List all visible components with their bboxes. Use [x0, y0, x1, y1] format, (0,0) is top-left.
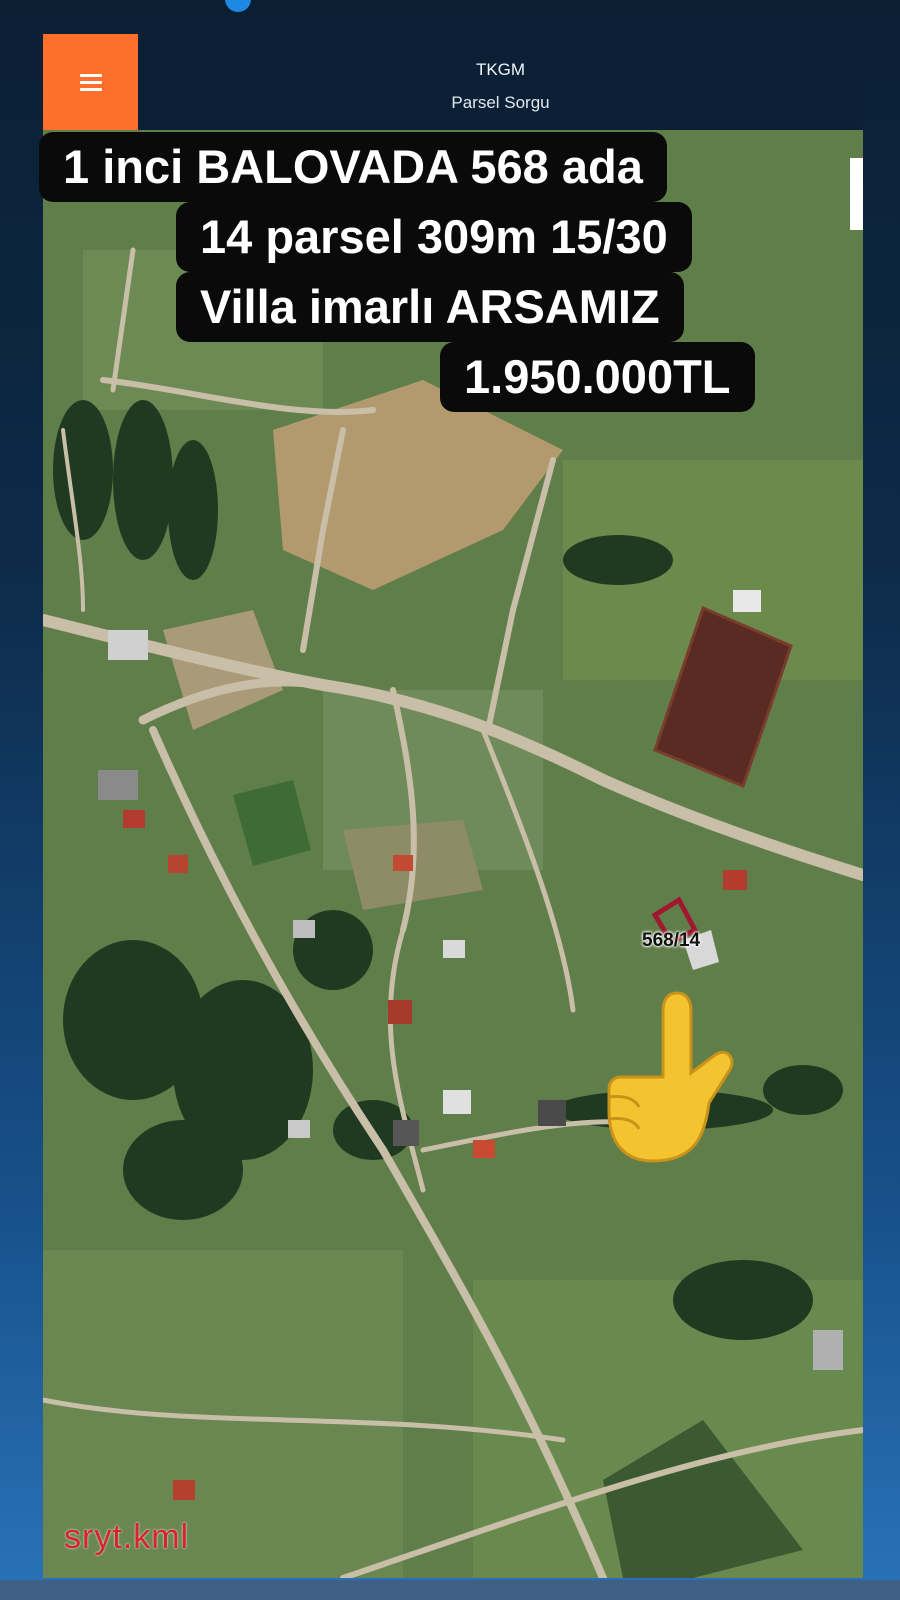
- app-title: TKGM: [475, 60, 526, 79]
- pointing-up-hand-icon: [607, 991, 734, 1163]
- menu-button[interactable]: [43, 34, 138, 130]
- top-bar: TKGM Parsel Sorgu: [43, 34, 863, 130]
- caption-line-1: 1 inci BALOVADA 568 ada: [39, 132, 667, 202]
- caption-line-2: 14 parsel 309m 15/30: [176, 202, 692, 272]
- side-tab: [850, 158, 863, 230]
- caption-line-3: Villa imarlı ARSAMIZ: [176, 272, 684, 342]
- caption-price: 1.950.000TL: [440, 342, 755, 412]
- watermark: sryt.kml: [64, 1518, 190, 1556]
- app-subtitle: Parsel Sorgu: [451, 93, 550, 112]
- status-indicator: [225, 0, 251, 12]
- parcel-label: 568/14: [642, 930, 701, 951]
- bottom-bar: [0, 1580, 900, 1600]
- hamburger-menu-icon: [79, 73, 102, 91]
